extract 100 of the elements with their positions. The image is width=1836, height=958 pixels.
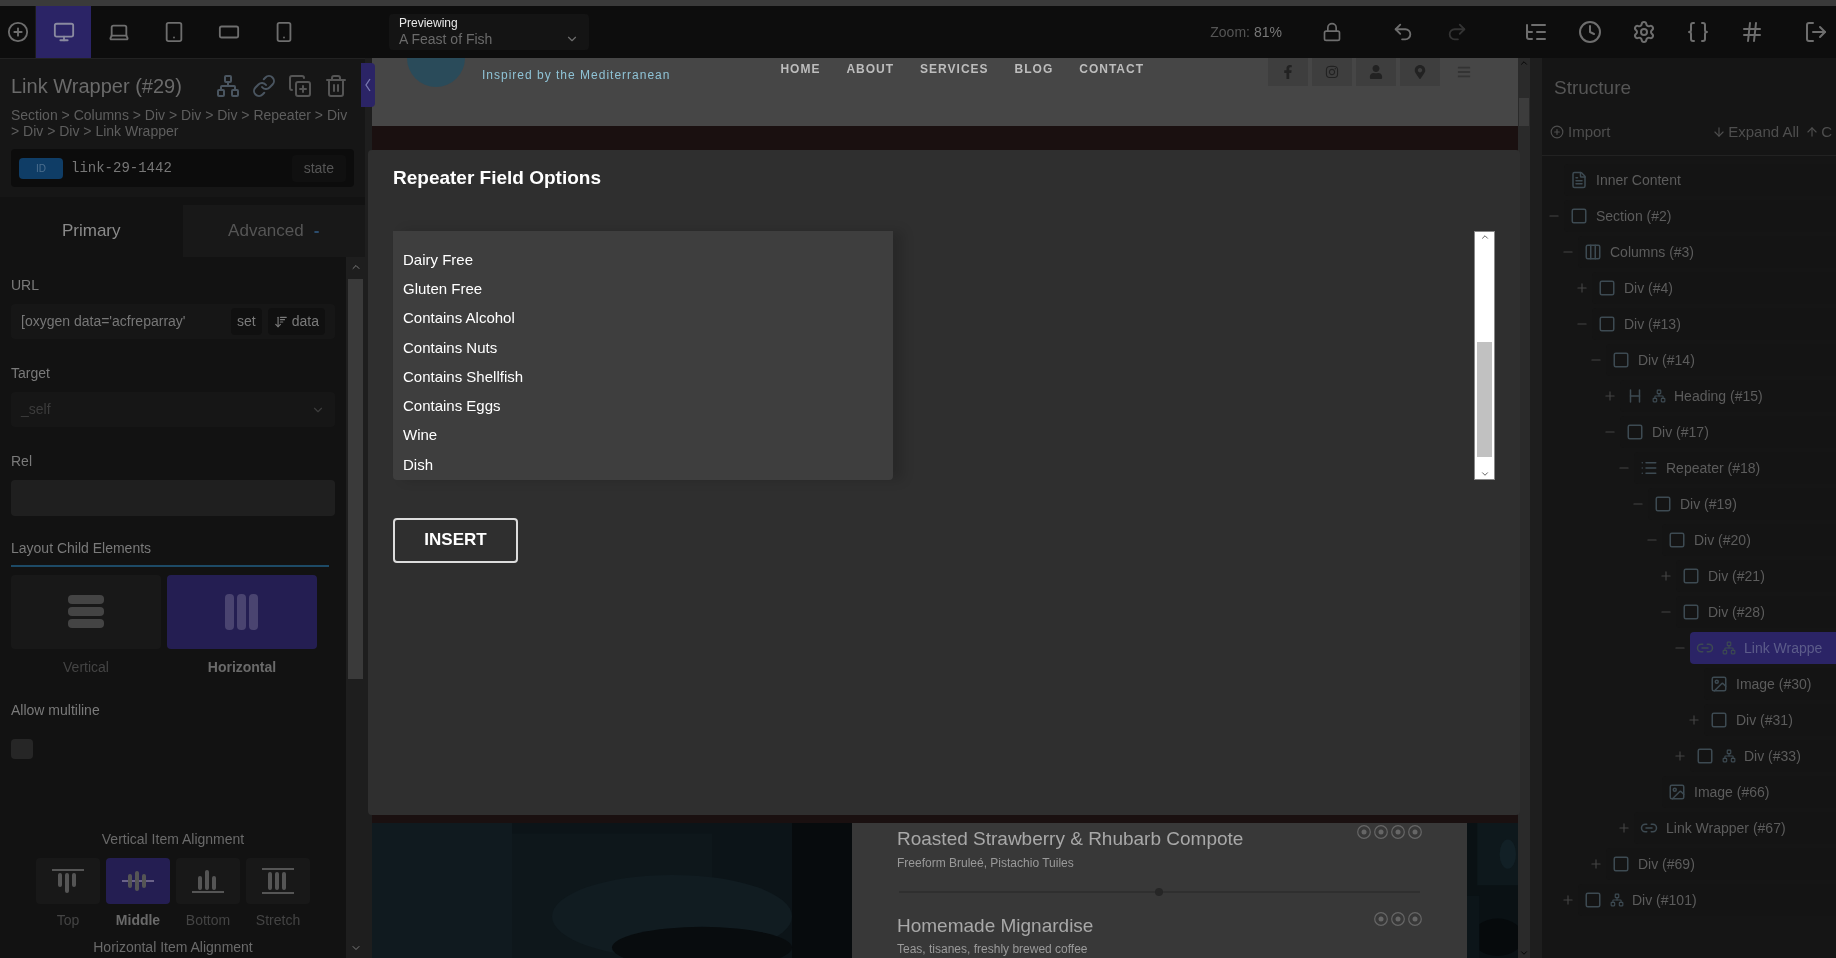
- data-button[interactable]: data: [267, 308, 325, 336]
- alignment-option[interactable]: [106, 858, 170, 904]
- desktop-icon: [52, 21, 75, 43]
- nav-link[interactable]: CONTACT: [1079, 60, 1145, 78]
- scrollbar-thumb[interactable]: [1519, 98, 1529, 126]
- braces-icon[interactable]: [1686, 20, 1710, 44]
- option-item[interactable]: Dish: [393, 450, 893, 480]
- user-icon[interactable]: [1356, 58, 1396, 86]
- expand-icon[interactable]: [1603, 389, 1617, 403]
- insert-button[interactable]: INSERT: [393, 517, 518, 563]
- field-label: URL: [11, 276, 40, 295]
- exit-icon[interactable]: [1804, 20, 1828, 44]
- div-icon: [1668, 531, 1686, 549]
- trash-icon[interactable]: [324, 74, 348, 98]
- duplicate-icon[interactable]: [288, 74, 312, 98]
- div-icon: [1682, 603, 1700, 621]
- instagram-icon[interactable]: [1312, 58, 1352, 86]
- device-button[interactable]: [36, 6, 91, 58]
- hierarchy-icon[interactable]: [216, 74, 240, 98]
- option-item[interactable]: Wine: [393, 421, 893, 451]
- option-item[interactable]: Contains Eggs: [393, 391, 893, 421]
- dietary-icon: [1374, 825, 1388, 839]
- section-heading: Layout Child Elements: [11, 537, 329, 567]
- modal-title: Repeater Field Options: [393, 166, 602, 190]
- panel-tab[interactable]: Advanced -: [182, 205, 365, 257]
- scrollbar[interactable]: [346, 257, 365, 958]
- section-heading: Horizontal Item Alignment: [93, 938, 253, 957]
- option-label: Middle: [115, 911, 161, 930]
- options-list[interactable]: Dairy Free Gluten Free Contains Alcohol Contains Nuts Contains Shellfish Contains Eggs Wine Dish: [393, 230, 893, 480]
- image-icon: [1710, 675, 1728, 693]
- alignment-option[interactable]: [176, 858, 240, 904]
- alignment-option[interactable]: [246, 858, 310, 904]
- div-icon: [1696, 747, 1714, 765]
- expand-icon[interactable]: [1687, 713, 1701, 727]
- dish-name: Homemade Mignardise: [897, 913, 1095, 938]
- expand-icon[interactable]: [1589, 857, 1603, 871]
- image-icon: [1668, 783, 1686, 801]
- link-icon[interactable]: [252, 74, 276, 98]
- nav-link[interactable]: BLOG: [1014, 60, 1054, 78]
- nav-link[interactable]: HOME: [780, 60, 821, 78]
- undo-icon[interactable]: [1392, 21, 1414, 43]
- id-value: link-29-1442: [71, 158, 172, 178]
- expand-icon[interactable]: [1659, 569, 1673, 583]
- div-icon: [1626, 423, 1644, 441]
- state-button[interactable]: state: [291, 154, 346, 182]
- scrollbar-thumb[interactable]: [348, 279, 363, 679]
- redo-icon[interactable]: [1446, 21, 1468, 43]
- option-item[interactable]: Gluten Free: [393, 274, 893, 304]
- columns-icon: [224, 592, 260, 631]
- div-icon: [1710, 711, 1728, 729]
- option-item[interactable]: Contains Shellfish: [393, 362, 893, 392]
- expand-icon[interactable]: [1673, 749, 1687, 763]
- logo-icon: [406, 58, 466, 88]
- facebook-icon[interactable]: [1268, 58, 1308, 86]
- option-item[interactable]: Contains Nuts: [393, 333, 893, 363]
- zoom-value: 81%: [1253, 22, 1282, 42]
- field-label: Target: [11, 364, 51, 384]
- dietary-icon: [1374, 911, 1388, 926]
- option-item[interactable]: Dairy Free: [393, 245, 893, 275]
- breadcrumb: Section > Columns > Div > Div > Div > Repeater > Div > Div > Div > Link Wrapper: [11, 107, 349, 139]
- expand-icon[interactable]: [1617, 821, 1631, 835]
- nav-link[interactable]: SERVICES: [920, 60, 989, 78]
- repeater-icon: [1640, 459, 1658, 477]
- tree-item[interactable]: Link Wrappe: [1690, 632, 1836, 664]
- lock-icon[interactable]: [1322, 22, 1342, 42]
- div-icon: [1654, 495, 1672, 513]
- set-button[interactable]: set: [231, 308, 262, 336]
- import-button[interactable]: Import: [1550, 120, 1611, 143]
- collapse-all-button[interactable]: C: [1805, 120, 1832, 143]
- panel-collapse-tab[interactable]: [361, 63, 375, 107]
- inner-icon: [1570, 171, 1588, 189]
- panel-title: Structure: [1553, 76, 1633, 100]
- expand-icon[interactable]: [1561, 893, 1575, 907]
- settings-icon[interactable]: [1632, 20, 1656, 44]
- element-title: Link Wrapper (#29): [11, 74, 182, 99]
- scrollbar-thumb[interactable]: [1477, 341, 1492, 457]
- location-pin-icon[interactable]: [1400, 58, 1440, 86]
- scrollbar[interactable]: [1474, 230, 1495, 480]
- zoom-label: Zoom:: [1210, 22, 1250, 42]
- div-icon: [1598, 279, 1616, 297]
- expand-icon[interactable]: [1575, 281, 1589, 295]
- alignment-option[interactable]: [36, 858, 100, 904]
- sort-icon: [273, 314, 288, 329]
- section-icon: [1570, 207, 1588, 225]
- section-heading: Vertical Item Alignment: [101, 830, 245, 849]
- nav-link[interactable]: ABOUT: [846, 60, 895, 78]
- site-tagline: Inspired by the Mediterranean: [482, 67, 671, 84]
- history-icon[interactable]: [1578, 20, 1602, 44]
- expand-all-button[interactable]: Expand All: [1712, 120, 1800, 143]
- dish-description: Freeform Bruleé, Pistachio Tuiles: [897, 854, 1075, 872]
- grid-icon[interactable]: [1740, 20, 1764, 44]
- url-value: [oxygen data='acfreparray': [21, 312, 187, 332]
- dietary-icon: [1391, 911, 1405, 926]
- layout-option[interactable]: [167, 574, 317, 649]
- preview-select[interactable]: Previewing A Feast of Fish: [389, 14, 589, 50]
- previewing-label: Previewing: [399, 16, 459, 30]
- div-icon: [1584, 891, 1602, 909]
- option-label: Horizontal: [207, 657, 277, 677]
- option-item[interactable]: Contains Alcohol: [393, 304, 893, 334]
- layout-option[interactable]: [11, 574, 161, 649]
